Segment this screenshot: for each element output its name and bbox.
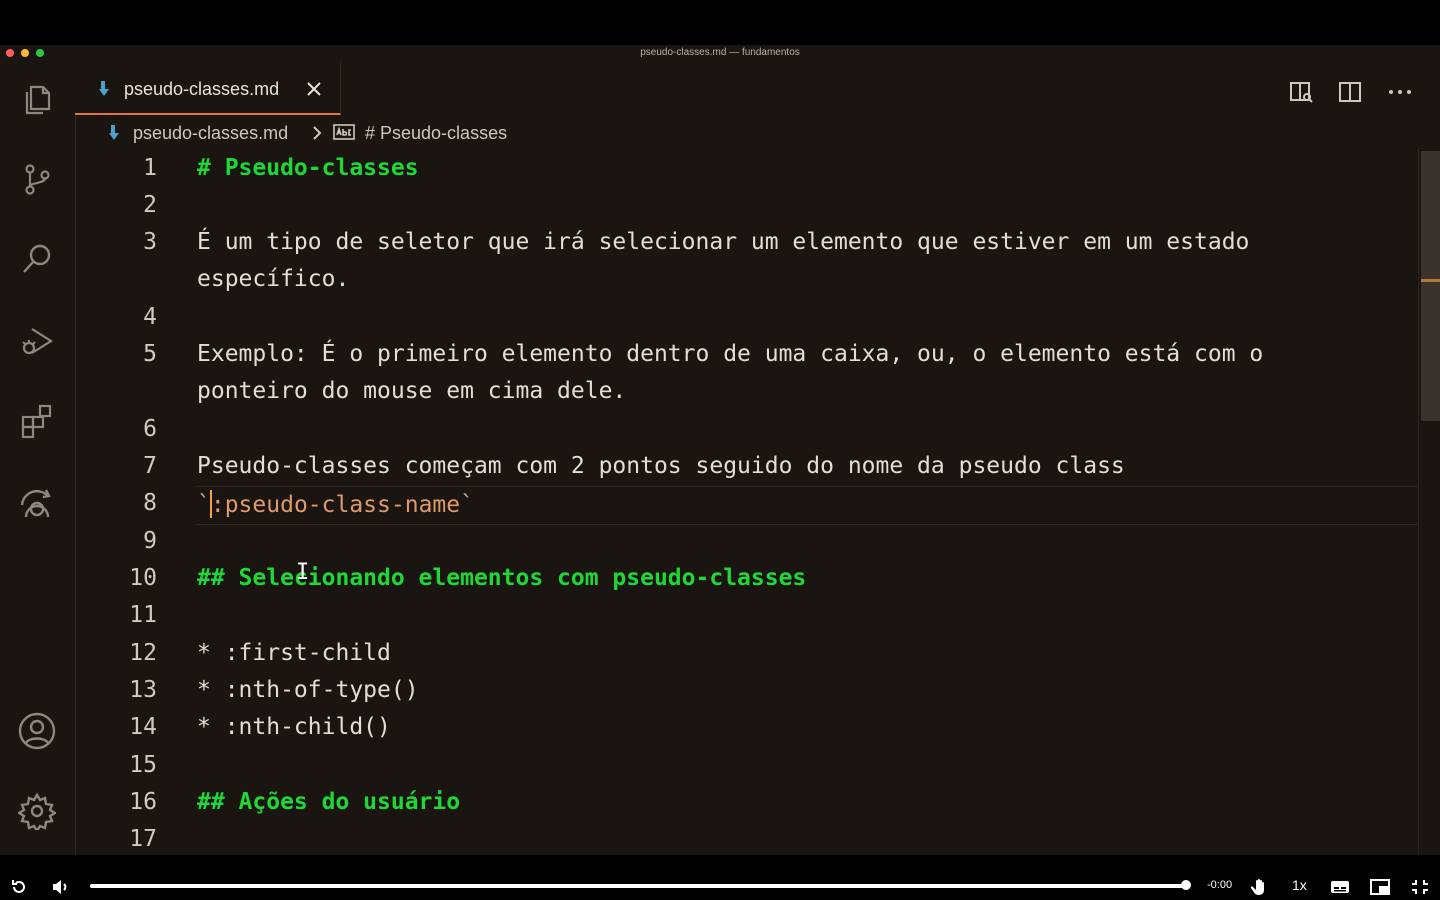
line-number: 11 xyxy=(129,602,157,628)
exit-fullscreen-icon[interactable] xyxy=(1411,876,1429,898)
playback-speed-button[interactable]: 1x xyxy=(1292,877,1307,893)
tab-label: pseudo-classes.md xyxy=(124,79,280,99)
code-line-wrap: específico. xyxy=(197,266,350,292)
code-line: Pseudo-classes começam com 2 pontos segu… xyxy=(197,453,1125,479)
code-line-heading: # Pseudo-classes xyxy=(197,155,419,181)
captions-icon[interactable] xyxy=(1330,876,1350,898)
markdown-file-icon xyxy=(99,81,113,102)
line-number: 17 xyxy=(129,826,157,852)
vscode-window: pseudo-classes.md — fundamentos pseudo-c… xyxy=(0,45,1440,855)
chevron-right-icon xyxy=(312,125,322,146)
line-number: 10 xyxy=(129,565,157,591)
video-progress-bar[interactable] xyxy=(90,884,1186,888)
code-line: Exemplo: É o primeiro elemento dentro de… xyxy=(197,341,1264,367)
picture-in-picture-icon[interactable] xyxy=(1370,876,1390,898)
open-preview-side-icon[interactable] xyxy=(1287,78,1315,106)
tab-pseudo-classes-md[interactable]: pseudo-classes.md xyxy=(75,61,341,115)
more-actions-icon[interactable] xyxy=(1386,78,1414,106)
video-letterbox-top xyxy=(0,0,1440,45)
line-number: 2 xyxy=(143,192,157,218)
code-line-inline-code: `:pseudo-class-name` xyxy=(197,490,474,518)
line-number: 5 xyxy=(143,341,157,367)
close-tab-icon[interactable] xyxy=(306,81,322,102)
line-number: 1 xyxy=(143,155,157,181)
line-number: 9 xyxy=(143,528,157,554)
account-icon[interactable] xyxy=(17,711,57,751)
extensions-icon[interactable] xyxy=(17,401,57,441)
backtick-close: ` xyxy=(460,492,474,518)
breadcrumb: pseudo-classes.md # Pseudo-classes xyxy=(75,115,1440,149)
code-line-heading: ## Ações do usuário xyxy=(197,789,461,815)
editor-scrollbar[interactable] xyxy=(1418,149,1440,855)
settings-gear-icon[interactable] xyxy=(17,791,57,831)
run-debug-icon[interactable] xyxy=(17,321,57,361)
video-player-controls xyxy=(0,855,1440,900)
files-icon[interactable] xyxy=(17,79,57,119)
code-line: É um tipo de seletor que irá selecionar … xyxy=(197,229,1250,255)
line-number: 8 xyxy=(143,490,157,516)
line-number: 3 xyxy=(143,229,157,255)
backtick-open: ` xyxy=(197,492,211,518)
line-number: 4 xyxy=(143,304,157,330)
video-progress-handle[interactable] xyxy=(1181,880,1191,890)
remote-explorer-icon[interactable] xyxy=(17,481,57,521)
overview-ruler-cursor-mark xyxy=(1421,279,1440,282)
source-control-icon[interactable] xyxy=(17,159,57,199)
code-line-heading: ## Selecionando elementos com pseudo-cla… xyxy=(197,565,807,591)
mouse-ibeam-cursor: I xyxy=(296,560,310,585)
replay-icon[interactable] xyxy=(10,876,28,898)
editor-tab-bar: pseudo-classes.md xyxy=(75,61,1440,115)
volume-icon[interactable] xyxy=(51,876,69,898)
title-bar: pseudo-classes.md — fundamentos xyxy=(0,45,1440,61)
search-icon[interactable] xyxy=(17,239,57,279)
time-remaining: -0:00 xyxy=(1207,879,1233,891)
code-line-list-item: * :first-child xyxy=(197,640,391,666)
window-title: pseudo-classes.md — fundamentos xyxy=(640,47,800,58)
line-number: 12 xyxy=(129,640,157,666)
activity-bar xyxy=(0,61,76,855)
markdown-file-icon xyxy=(109,125,123,146)
line-number: 16 xyxy=(129,789,157,815)
line-number: 14 xyxy=(129,714,157,740)
line-number: 7 xyxy=(143,453,157,479)
code-line-wrap: ponteiro do mouse em cima dele. xyxy=(197,378,627,404)
code-line-list-item: * :nth-of-type() xyxy=(197,677,419,703)
hand-icon[interactable] xyxy=(1251,876,1269,898)
line-number: 15 xyxy=(129,752,157,778)
symbol-string-icon xyxy=(333,124,355,145)
line-number: 13 xyxy=(129,677,157,703)
code-editor[interactable]: 1 2 3 4 5 6 7 8 9 10 11 12 13 14 15 16 1… xyxy=(75,149,1418,855)
code-line-list-item: * :nth-child() xyxy=(197,714,391,740)
scrollbar-thumb[interactable] xyxy=(1421,151,1440,421)
line-number: 6 xyxy=(143,416,157,442)
breadcrumb-symbol[interactable]: # Pseudo-classes xyxy=(365,123,507,144)
breadcrumb-file[interactable]: pseudo-classes.md xyxy=(133,123,288,144)
inline-code: :pseudo-class-name xyxy=(210,492,461,518)
split-editor-icon[interactable] xyxy=(1336,78,1364,106)
